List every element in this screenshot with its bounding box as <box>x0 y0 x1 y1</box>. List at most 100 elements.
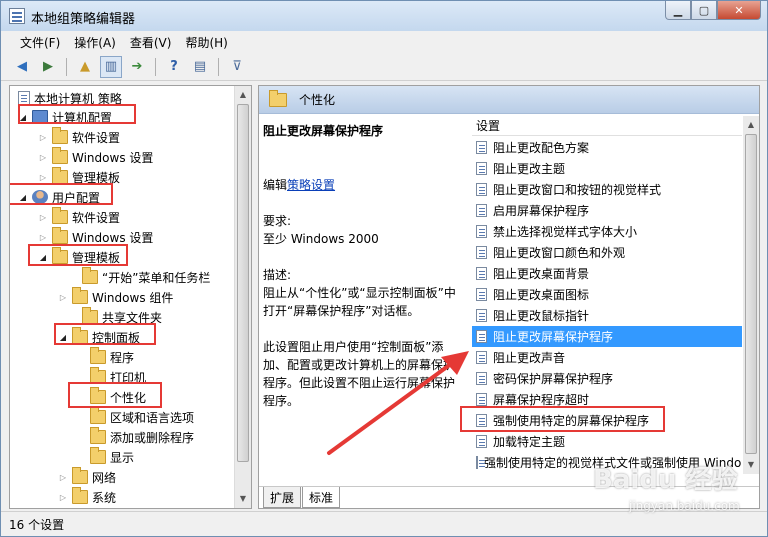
tree-pane[interactable]: 本地计算机 策略 ◢ 计算机配置 ▷ 软件设置 ▷ Windows 设置 ▷ 管… <box>9 85 252 509</box>
show-hide-tree-icon[interactable]: ▥ <box>100 55 122 78</box>
setting-row[interactable]: 阻止更改桌面背景 <box>472 263 742 284</box>
edit-prefix: 编辑 <box>263 178 288 192</box>
tree-item-label: 网络 <box>92 470 117 485</box>
scroll-thumb[interactable] <box>745 134 757 454</box>
tree-item-add-remove-programs[interactable]: 添加或删除程序 <box>86 427 194 447</box>
setting-label: 阻止更改鼠标指针 <box>493 309 590 323</box>
tree-item-label: “开始”菜单和任务栏 <box>102 270 211 285</box>
tree-item-user-software-settings[interactable]: ▷ 软件设置 <box>38 207 120 227</box>
policy-setting-icon <box>476 288 487 301</box>
setting-row[interactable]: 阻止更改鼠标指针 <box>472 305 742 326</box>
collapse-arrow-icon[interactable]: ▷ <box>58 473 68 482</box>
collapse-arrow-icon[interactable]: ▷ <box>38 153 48 162</box>
tree-item-display[interactable]: 显示 <box>86 447 134 467</box>
help-icon[interactable]: ? <box>163 56 185 78</box>
collapse-arrow-icon[interactable]: ▷ <box>58 493 68 502</box>
setting-label: 阻止更改配色方案 <box>493 141 590 155</box>
close-button[interactable]: ✕ <box>717 1 761 20</box>
window-controls: ▁ ▢ ✕ <box>665 1 761 21</box>
column-header-setting[interactable]: 设置 <box>472 116 742 136</box>
watermark-url: jingyan.baidu.com <box>629 499 740 513</box>
menu-action[interactable]: 操作(A) <box>67 31 123 53</box>
folder-icon <box>52 167 68 184</box>
setting-row[interactable]: 阻止更改配色方案 <box>472 137 742 158</box>
policy-setting-icon <box>476 204 487 217</box>
policy-setting-icon <box>476 141 487 154</box>
folder-icon <box>82 267 98 284</box>
requirements-value: 至少 Windows 2000 <box>263 232 379 246</box>
details-header-title: 个性化 <box>299 93 336 107</box>
description-label: 描述: <box>263 268 292 282</box>
setting-row[interactable]: 禁止选择视觉样式字体大小 <box>472 221 742 242</box>
tab-standard[interactable]: 标准 <box>302 487 341 508</box>
setting-row[interactable]: 阻止更改主题 <box>472 158 742 179</box>
filter-icon[interactable]: ⊽ <box>226 56 248 78</box>
minimize-button[interactable]: ▁ <box>665 1 691 20</box>
tree-scrollbar[interactable]: ▲ ▼ <box>234 86 251 508</box>
setting-row[interactable]: 阻止更改窗口颜色和外观 <box>472 242 742 263</box>
tree-item-start-menu[interactable]: “开始”菜单和任务栏 <box>68 267 210 287</box>
setting-row[interactable]: 阻止更改声音 <box>472 347 742 368</box>
collapse-arrow-icon[interactable]: ▷ <box>38 173 48 182</box>
setting-row[interactable]: 启用屏幕保护程序 <box>472 200 742 221</box>
export-list-icon[interactable]: ➔ <box>126 56 148 78</box>
maximize-button[interactable]: ▢ <box>691 1 717 20</box>
scroll-up-icon[interactable]: ▲ <box>743 116 759 132</box>
back-icon[interactable]: ◀ <box>11 56 33 78</box>
menu-file[interactable]: 文件(F) <box>13 31 67 53</box>
tree-item-software-settings[interactable]: ▷ 软件设置 <box>38 127 120 147</box>
folder-icon <box>52 227 68 244</box>
setting-label: 阻止更改屏幕保护程序 <box>493 330 614 344</box>
setting-row[interactable]: 阻止更改屏幕保护程序 <box>472 326 742 347</box>
folder-icon <box>72 487 88 504</box>
description-text: 此设置阻止用户使用“控制面板”添加、配置或更改计算机上的屏幕保护程序。但此设置不… <box>263 340 456 408</box>
policy-setting-icon <box>476 435 487 448</box>
policy-setting-icon <box>476 372 487 385</box>
list-scrollbar[interactable]: ▲ ▼ <box>743 116 759 474</box>
setting-row[interactable]: 阻止更改桌面图标 <box>472 284 742 305</box>
setting-label: 阻止更改窗口颜色和外观 <box>493 246 626 260</box>
tab-extended[interactable]: 扩展 <box>263 487 302 508</box>
highlight-box <box>10 183 113 205</box>
menu-view[interactable]: 查看(V) <box>123 31 179 53</box>
forward-icon[interactable]: ▶ <box>37 56 59 78</box>
tree-item-system[interactable]: ▷ 系统 <box>58 487 116 507</box>
scroll-down-icon[interactable]: ▼ <box>235 490 251 506</box>
setting-label: 启用屏幕保护程序 <box>493 204 590 218</box>
tree-item-network[interactable]: ▷ 网络 <box>58 467 116 487</box>
tree-item-windows-components[interactable]: ▷ Windows 组件 <box>58 287 173 307</box>
collapse-arrow-icon[interactable]: ▷ <box>38 133 48 142</box>
tree-item-label: 系统 <box>92 490 117 505</box>
tree-item-programs[interactable]: 程序 <box>86 347 134 367</box>
tree-item-label: 添加或删除程序 <box>110 430 195 445</box>
setting-row[interactable]: 加载特定主题 <box>472 431 742 452</box>
scroll-up-icon[interactable]: ▲ <box>235 86 251 102</box>
baidu-watermark: Baidu 经验 jingyan.baidu.com <box>593 459 763 519</box>
up-folder-icon[interactable]: ▲ <box>74 56 96 78</box>
details-header: 个性化 <box>259 86 759 114</box>
policy-description: 阻止更改屏幕保护程序 编辑策略设置 要求: 至少 Windows 2000 描述… <box>263 122 463 410</box>
status-text: 16 个设置 <box>9 517 65 532</box>
settings-list[interactable]: 设置 阻止更改配色方案阻止更改主题 阻止更改窗口和按钮的视觉样式启用屏幕保护程序禁… <box>460 116 759 476</box>
scroll-thumb[interactable] <box>237 104 249 462</box>
tree-item-windows-settings[interactable]: ▷ Windows 设置 <box>38 147 153 167</box>
setting-row[interactable]: 密码保护屏幕保护程序 <box>472 368 742 389</box>
policy-setting-icon <box>476 183 487 196</box>
folder-icon <box>90 447 106 464</box>
properties-icon[interactable]: ▤ <box>189 56 211 78</box>
collapse-arrow-icon[interactable]: ▷ <box>58 293 68 302</box>
setting-row[interactable]: 阻止更改窗口和按钮的视觉样式 <box>472 179 742 200</box>
setting-label: 阻止更改声音 <box>493 351 566 365</box>
menu-help[interactable]: 帮助(H) <box>178 31 234 53</box>
highlight-box <box>68 382 162 408</box>
policy-setting-icon <box>476 246 487 259</box>
highlight-box <box>460 406 665 432</box>
tree-item-label: 程序 <box>110 350 135 365</box>
tree-item-label: 软件设置 <box>72 210 121 225</box>
collapse-arrow-icon[interactable]: ▷ <box>38 213 48 222</box>
folder-icon <box>52 147 68 164</box>
folder-icon <box>90 347 106 364</box>
tree-item-region-language[interactable]: 区域和语言选项 <box>86 407 194 427</box>
collapse-arrow-icon[interactable]: ▷ <box>38 233 48 242</box>
edit-policy-link[interactable]: 策略设置 <box>287 178 335 192</box>
